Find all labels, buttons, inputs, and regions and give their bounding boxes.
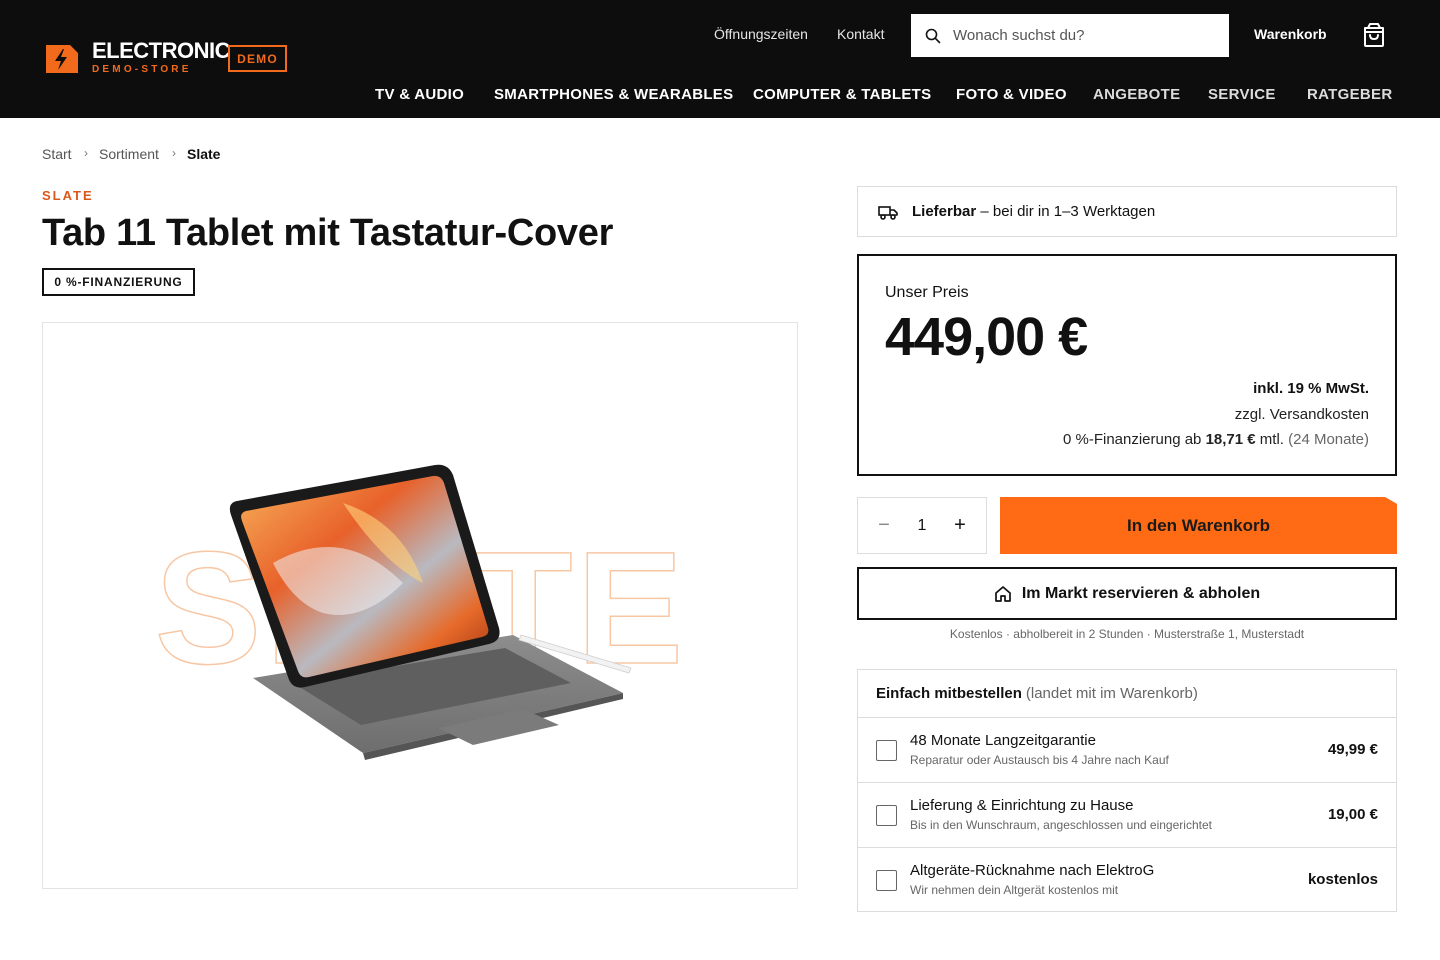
reserve-info: Kostenlos · abholbereit in 2 Stunden · M… — [949, 627, 1305, 641]
shipping-link[interactable]: zzgl. Versandkosten — [1235, 406, 1369, 423]
add-on-item-subtitle: Wir nehmen dein Altgerät kostenlos mit — [910, 883, 1119, 897]
financing-amount: 18,71 € — [1205, 431, 1256, 448]
logo-subtitle: DEMO-STORE — [92, 64, 192, 75]
product-price: 449,00 € — [885, 307, 1088, 367]
opening-hours-link[interactable]: Öffnungszeiten — [714, 26, 808, 42]
financing-prefix: 0 %-Finanzierung ab — [1062, 431, 1206, 448]
recycling-checkbox[interactable] — [876, 870, 897, 891]
warranty-checkbox[interactable] — [876, 740, 897, 761]
nav-foto-video[interactable]: FOTO & VIDEO — [956, 86, 1067, 103]
add-on-item-title: Altgeräte-Rücknahme nach ElektroG — [910, 862, 1155, 879]
nav-ratgeber[interactable]: RATGEBER — [1307, 86, 1392, 103]
add-on-header: Einfach mitbestellen (landet mit im Ware… — [858, 670, 1396, 718]
logo-title: ELECTRONIC — [92, 38, 231, 63]
breadcrumb-sortiment[interactable]: Sortiment — [99, 146, 159, 162]
reserve-in-store-button[interactable]: Im Markt reservieren & abholen — [857, 567, 1397, 620]
lightning-tag-icon — [46, 44, 78, 73]
add-on-item-delivery[interactable]: Lieferung & Einrichtung zu Hause Bis in … — [858, 783, 1396, 848]
increase-quantity-button[interactable]: + — [952, 514, 968, 537]
add-on-item-subtitle: Bis in den Wunschraum, angeschlossen und… — [910, 818, 1212, 832]
financing-badge: 0 %-FINANZIERUNG — [42, 268, 195, 296]
nav-service[interactable]: SERVICE — [1208, 86, 1276, 103]
add-on-services: Einfach mitbestellen (landet mit im Ware… — [857, 669, 1397, 912]
reserve-label: Im Markt reservieren & abholen — [1021, 584, 1261, 602]
price-box: Unser Preis 449,00 € inkl. 19 % MwSt. zz… — [857, 254, 1397, 476]
chevron-right-icon: › — [84, 146, 88, 160]
add-on-item-subtitle: Reparatur oder Austausch bis 4 Jahre nac… — [910, 753, 1169, 767]
chevron-right-icon: › — [172, 146, 176, 160]
availability-detail: – bei dir in 1–3 Werktagen — [976, 203, 1156, 220]
nav-computer-tablets[interactable]: COMPUTER & TABLETS — [753, 86, 931, 103]
search-bar — [911, 14, 1229, 57]
financing-info: 0 %-Finanzierung ab 18,71 € mtl. (24 Mon… — [1063, 431, 1369, 448]
search-icon[interactable] — [925, 28, 941, 44]
product-title: Tab 11 Tablet mit Tastatur-Cover — [42, 212, 614, 254]
add-on-item-title: 48 Monate Langzeitgarantie — [910, 732, 1096, 749]
site-header: ELECTRONIC DEMO-STORE DEMO Öffnungszeite… — [0, 0, 1440, 118]
product-image-gallery[interactable]: SLATE — [42, 322, 798, 889]
add-on-item-price: 49,99 € — [1327, 741, 1378, 758]
demo-badge: DEMO — [228, 45, 287, 72]
add-on-item-warranty[interactable]: 48 Monate Langzeitgarantie Reparatur ode… — [858, 718, 1396, 783]
contact-link[interactable]: Kontakt — [837, 26, 884, 42]
breadcrumb-start[interactable]: Start — [42, 146, 72, 162]
financing-suffix: mtl. — [1255, 431, 1289, 448]
add-on-subtitle: (landet mit im Warenkorb) — [1025, 685, 1198, 702]
delivery-checkbox[interactable] — [876, 805, 897, 826]
add-on-item-recycling[interactable]: Altgeräte-Rücknahme nach ElektroG Wir ne… — [858, 848, 1396, 913]
shopping-bag-icon[interactable] — [1362, 22, 1386, 48]
financing-term: (24 Monate) — [1288, 431, 1369, 448]
breadcrumb-current: Slate — [187, 146, 221, 162]
add-to-cart-button[interactable]: In den Warenkorb — [1000, 497, 1397, 554]
decrease-quantity-button[interactable]: − — [876, 514, 892, 537]
cart-link[interactable]: Warenkorb — [1254, 26, 1327, 42]
availability-status: Lieferbar — [912, 203, 977, 220]
product-brand[interactable]: SLATE — [42, 188, 94, 203]
nav-smartphones-wearables[interactable]: SMARTPHONES & WEARABLES — [494, 86, 733, 103]
quantity-value[interactable]: 1 — [918, 517, 927, 535]
truck-icon — [878, 205, 898, 220]
shipping-info[interactable]: zzgl. Versandkosten — [1235, 406, 1369, 423]
store-logo[interactable]: ELECTRONIC DEMO-STORE — [44, 38, 231, 75]
search-input[interactable] — [953, 27, 1203, 44]
add-on-item-title: Lieferung & Einrichtung zu Hause — [910, 797, 1134, 814]
add-on-item-price: 19,00 € — [1327, 806, 1378, 823]
quantity-stepper: − 1 + — [857, 497, 987, 554]
home-icon — [994, 586, 1011, 602]
product-image: SLATE — [154, 464, 684, 760]
add-on-title: Einfach mitbestellen — [876, 685, 1022, 702]
nav-angebote[interactable]: ANGEBOTE — [1093, 86, 1180, 103]
add-on-item-price: kostenlos — [1307, 871, 1378, 888]
price-label: Unser Preis — [885, 284, 969, 301]
tax-info: inkl. 19 % MwSt. — [1253, 380, 1369, 397]
availability-box: Lieferbar – bei dir in 1–3 Werktagen — [857, 186, 1397, 237]
nav-tv-audio[interactable]: TV & AUDIO — [375, 86, 464, 103]
